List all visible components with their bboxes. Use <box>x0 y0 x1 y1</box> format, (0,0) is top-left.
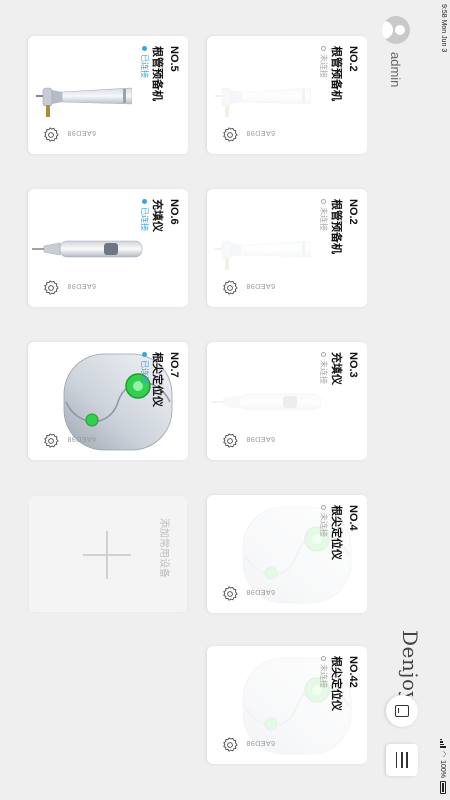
status-right: ◠ 100% <box>439 738 447 794</box>
wifi-icon: ◠ <box>439 750 446 758</box>
device-card[interactable]: NO.2 根管预备机 未连接 6AED98 <box>207 36 367 154</box>
device-serial: 6AED98 <box>66 435 96 442</box>
device-serial: 6AED98 <box>66 282 96 289</box>
add-device-card[interactable]: 添加常用设备 <box>28 495 188 613</box>
status-dot-icon <box>142 352 147 357</box>
settings-gear-icon[interactable] <box>221 585 239 603</box>
status-dot-icon <box>321 505 326 510</box>
connection-status: 未连接 <box>318 656 329 688</box>
device-number: NO.7 <box>168 352 180 378</box>
connection-status: 未连接 <box>318 505 329 537</box>
connection-status: 未连接 <box>318 46 329 78</box>
device-name: 根管预备机 <box>151 46 163 101</box>
device-serial: 6AED98 <box>245 588 275 595</box>
device-card[interactable]: NO.5 根管预备机 已连接 6AED98 <box>28 36 188 154</box>
device-serial: 6AED98 <box>66 129 96 136</box>
status-time: 9:58 Mon Jun 3 <box>440 4 447 53</box>
device-card[interactable]: NO.2 根管预备机 未连接 6AED98 <box>207 189 367 307</box>
add-device-label: 添加常用设备 <box>158 518 169 578</box>
settings-gear-icon[interactable] <box>221 736 239 754</box>
status-text: 未连接 <box>319 360 328 384</box>
device-number: NO.5 <box>168 46 180 72</box>
connection-status: 已连接 <box>139 46 150 78</box>
device-name: 根管预备机 <box>330 46 342 101</box>
status-dot-icon <box>321 46 326 51</box>
device-name: 根管预备机 <box>330 199 342 254</box>
connection-status: 未连接 <box>318 352 329 384</box>
device-name: 充填仪 <box>330 352 342 385</box>
device-number: NO.2 <box>347 46 359 72</box>
device-number: NO.3 <box>347 352 359 378</box>
connection-status: 已连接 <box>139 352 150 384</box>
connection-status: 未连接 <box>318 199 329 231</box>
device-serial: 6AED98 <box>245 739 275 746</box>
device-number: NO.42 <box>347 656 359 688</box>
status-text: 已连接 <box>140 360 149 384</box>
device-serial: 6AED98 <box>245 435 275 442</box>
status-dot-icon <box>321 656 326 661</box>
menu-icon <box>396 752 408 768</box>
device-card[interactable]: NO.42 根尖定位仪 未连接 6AED98 <box>207 646 367 764</box>
status-text: 未连接 <box>319 664 328 688</box>
device-name: 充填仪 <box>151 199 163 232</box>
status-text: 已连接 <box>140 207 149 231</box>
device-card[interactable]: NO.4 根尖定位仪 未连接 6AED98 <box>207 495 367 613</box>
status-bar: 9:58 Mon Jun 3 ◠ 100% <box>436 0 450 800</box>
device-card[interactable]: NO.6 充填仪 已连接 6AED98 <box>28 189 188 307</box>
status-text: 未连接 <box>319 513 328 537</box>
settings-gear-icon[interactable] <box>42 432 60 450</box>
cellular-signal-icon <box>440 738 446 748</box>
settings-gear-icon[interactable] <box>42 126 60 144</box>
app-screen: 9:58 Mon Jun 3 ◠ 100% admin Denjoy® NO.2… <box>0 0 450 800</box>
status-dot-icon <box>321 199 326 204</box>
device-serial: 6AED98 <box>245 129 275 136</box>
device-serial: 6AED98 <box>245 282 275 289</box>
device-number: NO.2 <box>347 199 359 225</box>
device-name: 根尖定位仪 <box>330 656 342 711</box>
battery-icon <box>440 781 446 794</box>
settings-gear-icon[interactable] <box>221 279 239 297</box>
status-text: 未连接 <box>319 207 328 231</box>
pen-device-image <box>211 393 322 411</box>
device-card[interactable]: NO.7 根尖定位仪 已连接 6AED98 <box>28 342 188 460</box>
device-number: NO.6 <box>168 199 180 225</box>
status-dot-icon <box>142 46 147 51</box>
document-icon <box>395 705 409 717</box>
status-text: 已连接 <box>140 54 149 78</box>
device-name: 根尖定位仪 <box>151 352 163 407</box>
menu-button[interactable] <box>386 744 418 776</box>
settings-gear-icon[interactable] <box>221 432 239 450</box>
status-dot-icon <box>321 352 326 357</box>
settings-gear-icon[interactable] <box>42 279 60 297</box>
device-number: NO.4 <box>347 505 359 531</box>
device-name: 根尖定位仪 <box>330 505 342 560</box>
username: admin <box>388 52 404 88</box>
connection-status: 已连接 <box>139 199 150 231</box>
battery-percent: 100% <box>439 760 447 778</box>
status-text: 未连接 <box>319 54 328 78</box>
pen-device-image <box>32 240 143 258</box>
plus-icon <box>83 531 131 579</box>
status-dot-icon <box>142 199 147 204</box>
user-profile[interactable]: admin <box>382 16 410 87</box>
avatar[interactable] <box>382 16 410 44</box>
report-button[interactable] <box>386 695 418 727</box>
settings-gear-icon[interactable] <box>221 126 239 144</box>
device-card[interactable]: NO.3 充填仪 未连接 6AED98 <box>207 342 367 460</box>
